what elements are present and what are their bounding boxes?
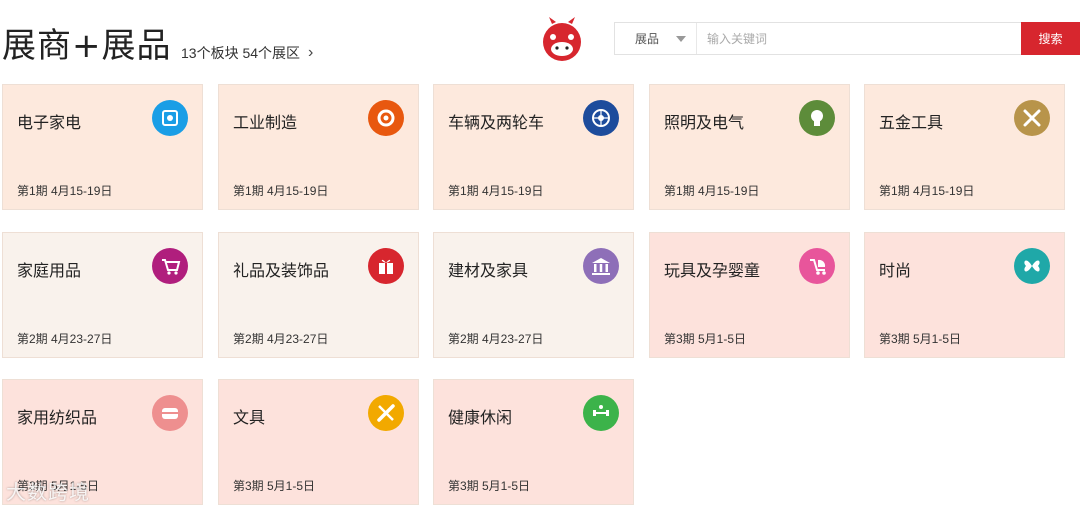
category-date: 第2期 4月23-27日 <box>17 332 113 346</box>
search-input[interactable] <box>697 23 1021 54</box>
sections-summary-text: 13个板块 54个展区 <box>181 45 301 61</box>
page-header: 展商+展品 13个板块 54个展区 › 展品 搜索 <box>0 0 1080 80</box>
category-name: 礼品及装饰品 <box>233 263 330 280</box>
sections-summary-link[interactable]: 13个板块 54个展区 › <box>181 43 313 63</box>
category-name: 文具 <box>233 410 266 427</box>
category-card[interactable]: 玩具及孕婴童 第3期 5月1-5日 <box>649 232 850 358</box>
category-card[interactable]: 车辆及两轮车 第1期 4月15-19日 <box>433 84 634 210</box>
category-name: 工业制造 <box>233 115 298 132</box>
butterfly-icon <box>1014 248 1050 284</box>
category-name: 健康休闲 <box>448 410 513 427</box>
category-card[interactable]: 礼品及装饰品 第2期 4月23-27日 <box>218 232 419 358</box>
category-card[interactable]: 电子家电第1期 4月15-19日 <box>2 84 203 210</box>
search-type-select[interactable]: 展品 <box>615 23 697 54</box>
category-date: 第1期 4月15-19日 <box>448 184 544 198</box>
chip-icon <box>152 100 188 136</box>
building-icon <box>583 248 619 284</box>
category-card[interactable]: 健康休闲第3期 5月1-5日 <box>433 379 634 505</box>
category-date: 第1期 4月15-19日 <box>233 184 329 198</box>
category-card[interactable]: 时尚第3期 5月1-5日 <box>864 232 1065 358</box>
search-type-value: 展品 <box>635 32 660 46</box>
cart-icon <box>152 248 188 284</box>
mascot-logo-icon <box>543 17 581 61</box>
category-card[interactable]: 建材及家具第2期 4月23-27日 <box>433 232 634 358</box>
category-card[interactable]: 文具第3期 5月1-5日 <box>218 379 419 505</box>
category-name: 建材及家具 <box>448 263 529 280</box>
search-bar: 展品 搜索 <box>614 22 1080 55</box>
category-date: 第3期 5月1-5日 <box>233 479 316 493</box>
page-title: 展商+展品 <box>2 26 172 66</box>
gear-icon <box>368 100 404 136</box>
category-name: 照明及电气 <box>664 115 745 132</box>
category-date: 第1期 4月15-19日 <box>879 184 975 198</box>
caret-down-icon <box>676 35 686 42</box>
category-name: 电子家电 <box>17 115 82 132</box>
category-name: 车辆及两轮车 <box>448 115 545 132</box>
fitness-icon <box>583 395 619 431</box>
category-name: 玩具及孕婴童 <box>664 263 761 280</box>
category-name: 家用纺织品 <box>17 410 98 427</box>
search-button[interactable]: 搜索 <box>1021 22 1080 55</box>
category-date: 第2期 4月23-27日 <box>448 332 544 346</box>
category-date: 第3期 5月1-5日 <box>664 332 747 346</box>
category-card[interactable]: 照明及电气第1期 4月15-19日 <box>649 84 850 210</box>
category-date: 第2期 4月23-27日 <box>233 332 329 346</box>
pencil-ruler-icon <box>368 395 404 431</box>
wheel-icon <box>583 100 619 136</box>
category-date: 第1期 4月15-19日 <box>664 184 760 198</box>
stroller-icon <box>799 248 835 284</box>
chevron-right-icon: › <box>308 44 314 61</box>
category-date: 第3期 5月1-5日 <box>879 332 962 346</box>
watermark-text: 大数跨境 <box>6 482 90 504</box>
category-name: 家庭用品 <box>17 263 82 280</box>
category-name: 五金工具 <box>879 115 944 132</box>
category-date: 第1期 4月15-19日 <box>17 184 113 198</box>
category-name: 时尚 <box>879 263 912 280</box>
category-date: 第3期 5月1-5日 <box>448 479 531 493</box>
tools-icon <box>1014 100 1050 136</box>
category-card[interactable]: 家庭用品第2期 4月23-27日 <box>2 232 203 358</box>
bulb-icon <box>799 100 835 136</box>
gift-icon <box>368 248 404 284</box>
category-card[interactable]: 五金工具第1期 4月15-19日 <box>864 84 1065 210</box>
towel-icon <box>152 395 188 431</box>
category-card[interactable]: 工业制造第1期 4月15-19日 <box>218 84 419 210</box>
